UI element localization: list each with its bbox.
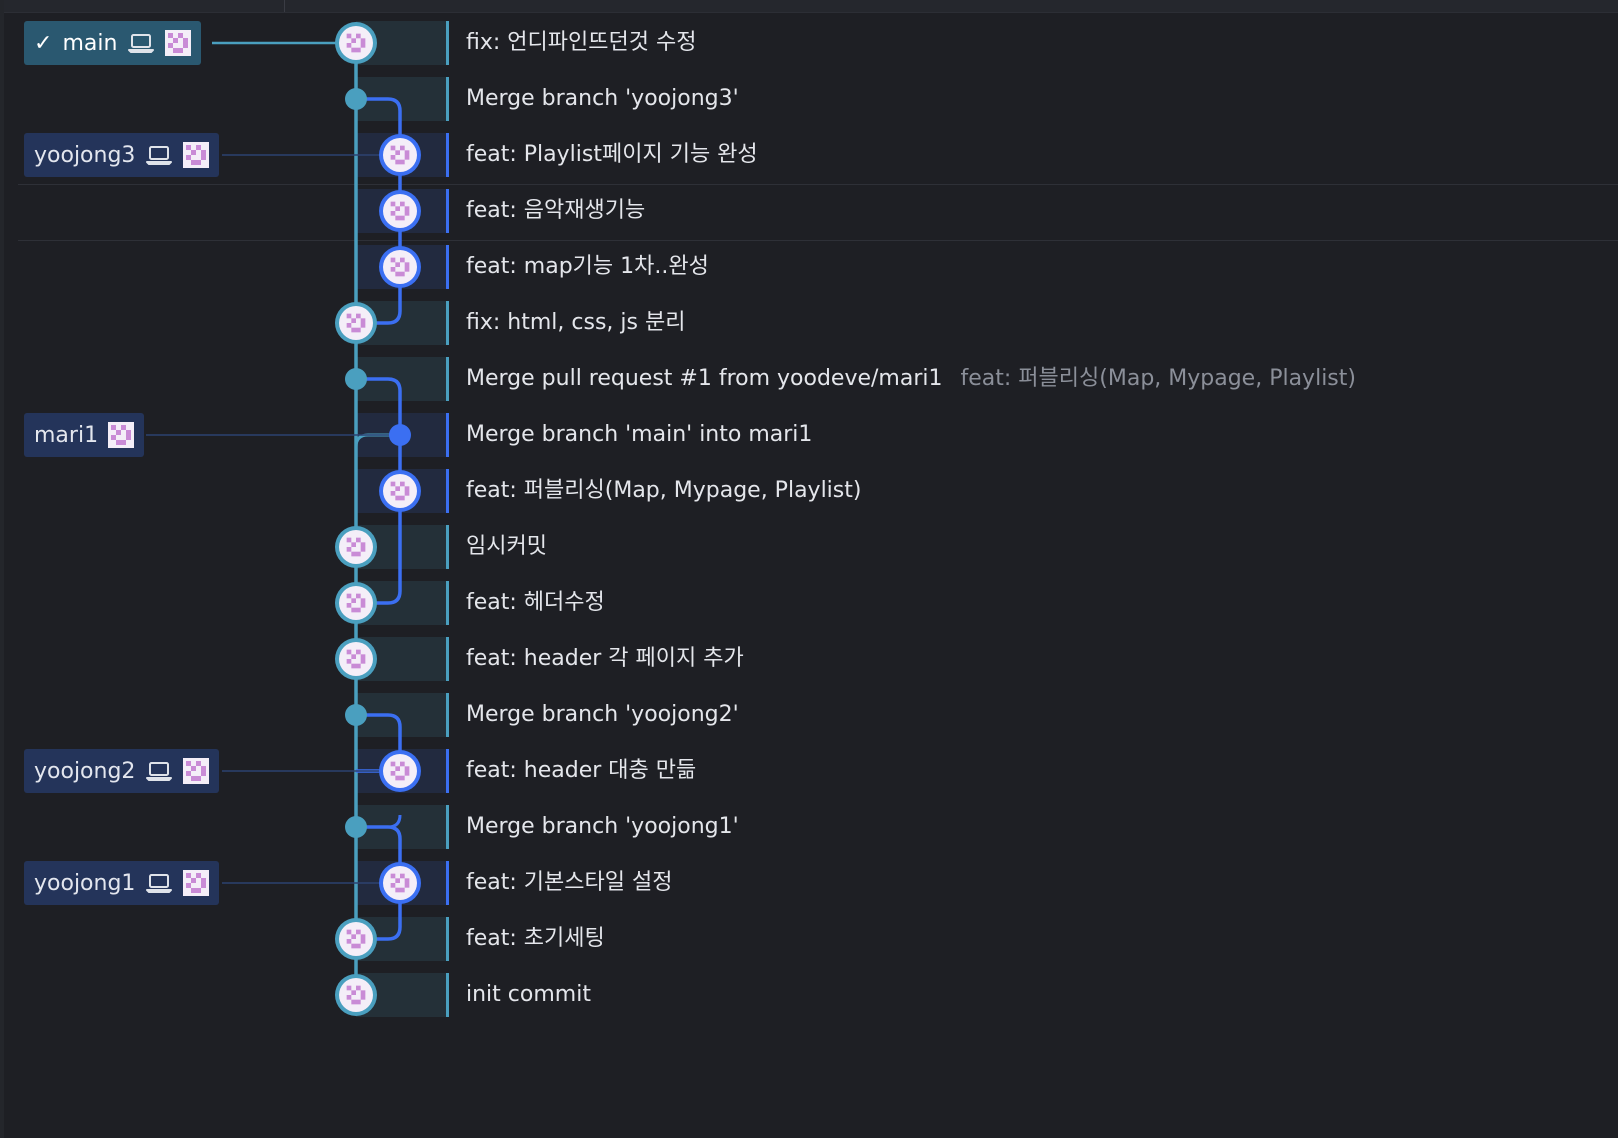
avatar-icon [108, 422, 135, 448]
commit-description: feat: 퍼블리싱(Map, Mypage, Playlist) [960, 366, 1356, 391]
commit-summary: feat: 퍼블리싱(Map, Mypage, Playlist) [466, 478, 862, 503]
branch-label-main[interactable]: ✓ main [24, 21, 202, 65]
commit-message[interactable]: feat: 퍼블리싱(Map, Mypage, Playlist) [466, 476, 861, 506]
commit-message[interactable]: feat: 헤더수정 [466, 588, 605, 618]
branch-name: main [62, 30, 118, 56]
merge-commit-dot [345, 816, 367, 838]
author-avatar-icon [339, 586, 373, 620]
avatar-icon [183, 870, 210, 896]
author-avatar-icon [383, 194, 417, 228]
merge-commit-dot [345, 368, 367, 390]
commit-message[interactable]: Merge branch 'main' into mari1 [466, 420, 812, 450]
avatar-icon [183, 758, 210, 784]
commit-message[interactable]: fix: 언디파인뜨던것 수정 [466, 28, 696, 58]
commit-message[interactable]: Merge branch 'yoojong3' [466, 84, 739, 114]
author-avatar-icon [383, 250, 417, 284]
commit-message[interactable]: feat: header 각 페이지 추가 [466, 644, 744, 674]
avatar-icon [165, 30, 192, 56]
branch-name: yoojong3 [34, 142, 136, 168]
laptop-icon [127, 32, 155, 54]
laptop-icon [145, 872, 173, 894]
laptop-icon [145, 144, 173, 166]
check-icon: ✓ [34, 30, 53, 56]
commit-summary: feat: 헤더수정 [466, 590, 605, 615]
author-avatar-icon [383, 866, 417, 900]
branch-name: mari1 [34, 422, 99, 448]
commit-message[interactable]: feat: 기본스타일 설정 [466, 868, 672, 898]
commit-message[interactable]: feat: 음악재생기능 [466, 196, 645, 226]
merge-commit-dot [389, 424, 411, 446]
commit-message[interactable]: feat: header 대충 만듦 [466, 756, 696, 786]
commit-message[interactable]: init commit [466, 980, 591, 1010]
commit-message[interactable]: Merge branch 'yoojong1' [466, 812, 739, 842]
commit-message[interactable]: Merge branch 'yoojong2' [466, 700, 739, 730]
author-avatar-icon [339, 978, 373, 1012]
commit-summary: feat: 음악재생기능 [466, 198, 646, 223]
branch-label-yoojong1[interactable]: yoojong1 [24, 861, 220, 905]
merge-commit-dot [345, 704, 367, 726]
branch-name: yoojong2 [34, 758, 136, 784]
avatar-icon [183, 142, 210, 168]
commit-summary: feat: 기본스타일 설정 [466, 870, 673, 895]
commit-message[interactable]: Merge pull request #1 from yoodeve/mari1… [466, 364, 1356, 394]
branch-label-yoojong2[interactable]: yoojong2 [24, 749, 220, 793]
laptop-icon [145, 760, 173, 782]
commit-summary: fix: html, css, js 분리 [466, 310, 686, 335]
commit-summary: feat: map기능 1차..완성 [466, 254, 709, 279]
commit-summary: feat: header 대충 만듦 [466, 758, 697, 783]
author-avatar-icon [339, 306, 373, 340]
branch-label-mari1[interactable]: mari1 [24, 413, 145, 457]
commit-message[interactable]: feat: map기능 1차..완성 [466, 252, 709, 282]
author-avatar-icon [339, 642, 373, 676]
commit-summary: Merge branch 'yoojong1' [466, 814, 739, 839]
commit-summary: fix: 언디파인뜨던것 수정 [466, 30, 697, 55]
commit-summary: Merge pull request #1 from yoodeve/mari1 [466, 366, 943, 391]
author-avatar-icon [339, 530, 373, 564]
commit-summary: init commit [466, 982, 591, 1007]
commit-summary: feat: header 각 페이지 추가 [466, 646, 744, 671]
author-avatar-icon [383, 138, 417, 172]
commit-message[interactable]: fix: html, css, js 분리 [466, 308, 685, 338]
commit-summary: feat: Playlist페이지 기능 완성 [466, 142, 758, 167]
commit-summary: Merge branch 'main' into mari1 [466, 422, 813, 447]
branch-label-yoojong3[interactable]: yoojong3 [24, 133, 220, 177]
commit-summary: feat: 초기세팅 [466, 926, 605, 951]
author-avatar-icon [339, 922, 373, 956]
commit-message[interactable]: feat: 초기세팅 [466, 924, 605, 954]
author-avatar-icon [383, 474, 417, 508]
commit-message[interactable]: feat: Playlist페이지 기능 완성 [466, 140, 758, 170]
author-avatar-icon [339, 26, 373, 60]
merge-commit-dot [345, 88, 367, 110]
commit-summary: Merge branch 'yoojong2' [466, 702, 739, 727]
branch-name: yoojong1 [34, 870, 136, 896]
author-avatar-icon [383, 754, 417, 788]
commit-summary: Merge branch 'yoojong3' [466, 86, 739, 111]
commit-graph-view: fix: 언디파인뜨던것 수정 Merge branch 'yoojong3' fe… [0, 0, 1618, 1138]
